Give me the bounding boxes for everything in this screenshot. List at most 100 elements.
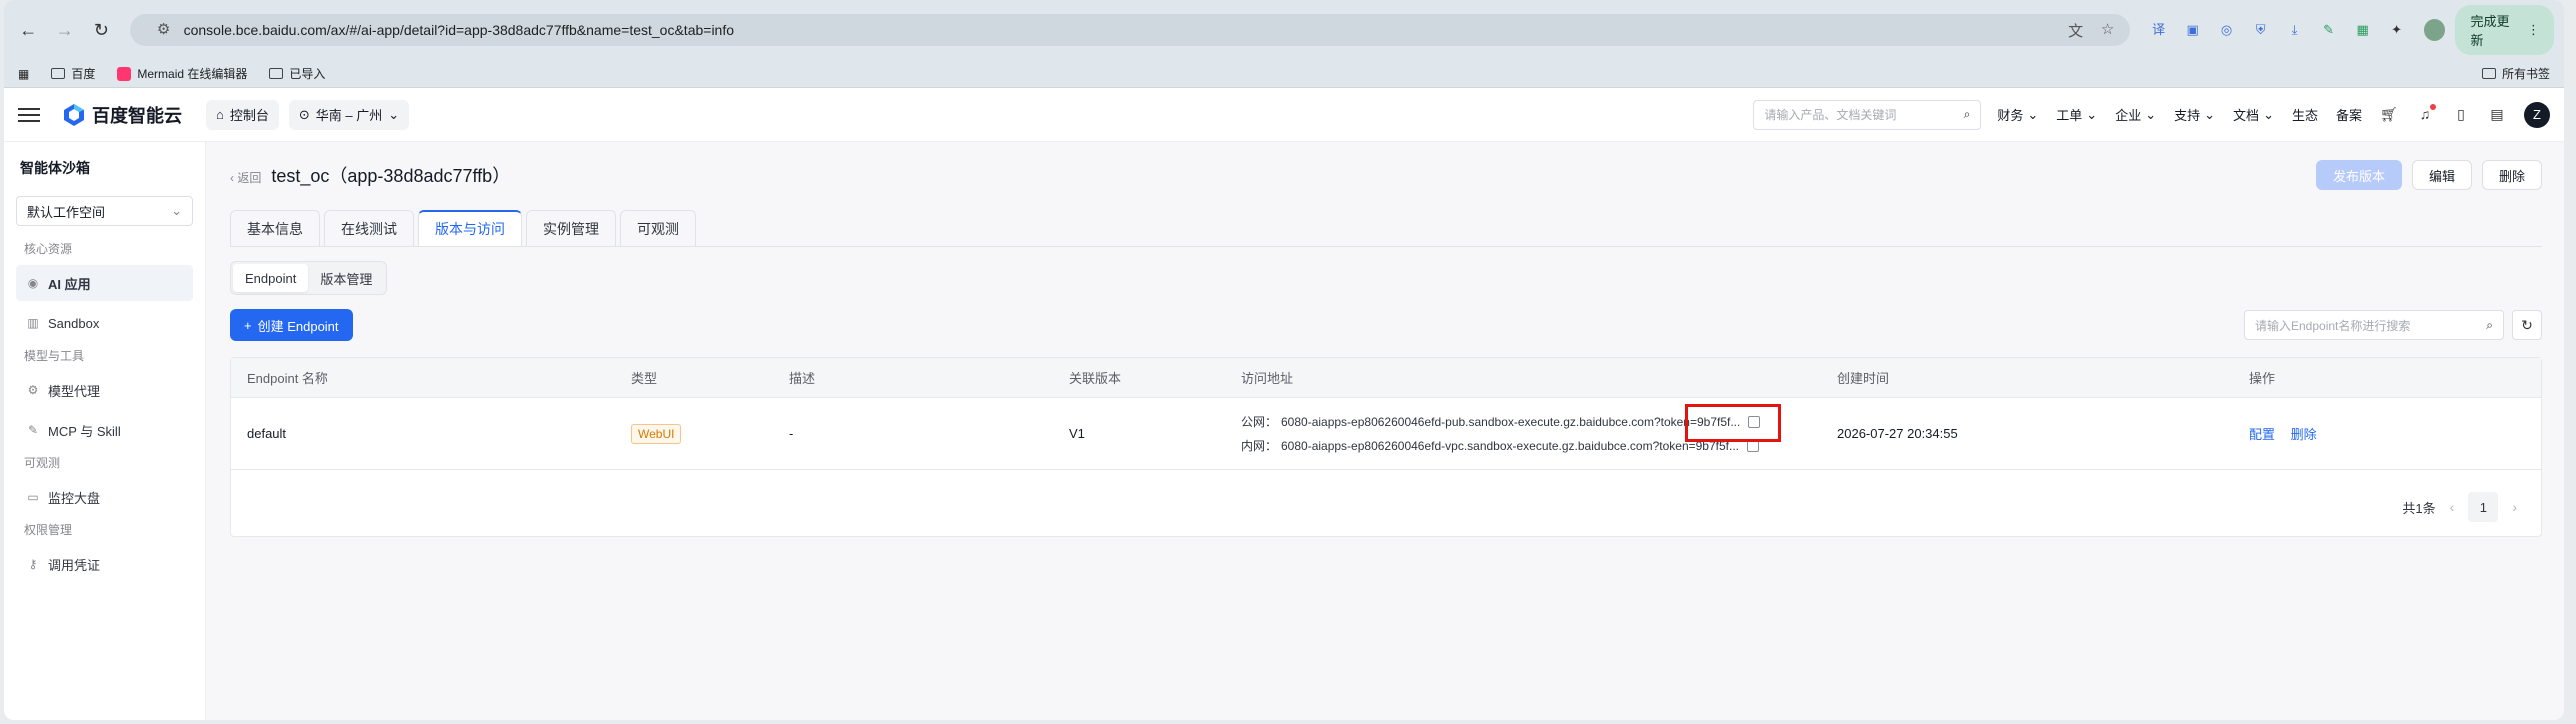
folder-icon [2481,68,2496,79]
extension-circle-icon[interactable]: ◎ [2216,19,2238,41]
config-link[interactable]: 配置 [2249,427,2275,442]
phone-icon[interactable]: ▯ [2452,106,2470,124]
bookmark-imported[interactable]: 已导入 [269,65,325,82]
sidebar-group-label: 权限管理 [24,523,73,537]
public-url[interactable]: 6080-aiapps-ep806260046efd-pub.sandbox-e… [1281,415,1740,429]
region-select[interactable]: ⊙ 华南 – 广州 ⌄ [288,99,410,130]
location-icon: ⊙ [298,106,310,122]
next-page-icon[interactable]: › [2512,499,2517,515]
translate-icon[interactable]: 文 [2066,20,2086,40]
sandbox-icon: ▥ [27,316,39,330]
top-menu: 财务 ⌄ 工单 ⌄ 企业 ⌄ 支持 ⌄ 文档 ⌄ 生态 备案 🛒︎ ♫ ▯ ▤ Z [1997,101,2550,128]
page-title: test_oc（app-38d8adc77ffb） [271,166,511,186]
cart-icon[interactable]: 🛒︎ [2380,106,2398,124]
workspace-select[interactable]: 默认工作空间 ⌄ [16,196,193,226]
notification-dot [2430,103,2436,110]
sidebar-item-sandbox[interactable]: ▥ Sandbox [16,305,193,341]
created-time: 2026-07-27 20:34:55 [1837,426,1958,441]
console-home-button[interactable]: ⌂ 控制台 [206,99,279,130]
refresh-icon[interactable]: ↻ [2512,310,2542,340]
search-icon[interactable]: ⌕ [2486,318,2493,333]
col-created: 创建时间 [1837,371,1890,386]
menu-enterprise[interactable]: 企业 ⌄ [2115,105,2156,124]
col-desc: 描述 [789,371,816,386]
table-header: Endpoint 名称 类型 描述 关联版本 访问地址 创建时间 操作 [231,358,2541,398]
tab-online-test[interactable]: 在线测试 [324,210,414,246]
sidebar-item-model-proxy[interactable]: ⚙ 模型代理 [16,372,193,408]
delete-link[interactable]: 删除 [2291,427,2317,442]
type-badge: WebUI [631,423,682,444]
global-search-input[interactable]: 请输入产品、文档关键词 ⌕ [1753,99,1982,130]
page-actions: 发布版本 编辑 删除 [2315,160,2542,190]
extension-shield-icon[interactable]: ⛨ [2250,19,2272,41]
menu-ticket[interactable]: 工单 ⌄ [2056,105,2097,124]
ai-app-icon: ◉ [27,276,39,290]
menu-support[interactable]: 支持 ⌄ [2174,105,2215,124]
monitor-icon: ▭ [27,490,39,504]
segment-endpoint[interactable]: Endpoint [233,264,309,292]
table-row: default WebUI - V1 公网： 6080-aiapps-ep806… [231,398,2541,470]
all-bookmarks[interactable]: 所有书签 [2481,65,2550,82]
tab-basic-info[interactable]: 基本信息 [230,210,320,246]
extension-grid-icon[interactable]: ▦ [2352,19,2374,41]
sidebar-title: 智能体沙箱 [20,160,90,176]
delete-button[interactable]: 删除 [2481,160,2542,190]
chevron-down-icon: ⌄ [171,203,182,218]
address-bar[interactable]: ⚙ console.bce.baidu.com/ax/#/ai-app/deta… [129,14,2130,46]
back-link[interactable]: ‹ 返回 [230,169,261,186]
extension-download-icon[interactable]: ⤓ [2284,19,2306,41]
highlight-box [1685,404,1781,442]
extension-translate-icon[interactable]: 译 [2148,19,2170,41]
bookmark-star-icon[interactable]: ☆ [2098,20,2118,40]
sidebar-item-mcp-skill[interactable]: ✎ MCP 与 Skill [16,412,193,448]
model-proxy-icon: ⚙ [27,383,39,397]
sidebar-item-credentials[interactable]: ⚷ 调用凭证 [16,546,193,582]
reload-icon[interactable]: ↻ [87,15,116,45]
endpoint-table: Endpoint 名称 类型 描述 关联版本 访问地址 创建时间 操作 defa… [230,357,2542,537]
user-avatar[interactable]: Z [2524,101,2550,128]
bookmark-mermaid[interactable]: Mermaid 在线编辑器 [117,65,247,82]
forward-arrow-icon[interactable]: → [51,15,80,45]
publish-version-button[interactable]: 发布版本 [2315,160,2402,190]
tab-version-access[interactable]: 版本与访问 [418,210,522,246]
menu-filing[interactable]: 备案 [2336,105,2362,124]
page-number[interactable]: 1 [2468,492,2499,522]
extensions-puzzle-icon[interactable]: ✦ [2386,19,2408,41]
sidebar-item-dashboard[interactable]: ▭ 监控大盘 [16,479,193,515]
segment-version-management[interactable]: 版本管理 [308,264,384,292]
menu-docs[interactable]: 文档 ⌄ [2233,105,2274,124]
detail-tabs: 基本信息 在线测试 版本与访问 实例管理 可观测 [230,210,2542,247]
col-actions: 操作 [2249,371,2276,386]
endpoint-search-input[interactable]: 请输入Endpoint名称进行搜索 ⌕ [2244,310,2504,340]
row-actions: 配置 删除 [2233,424,2541,443]
message-icon[interactable]: ▤ [2488,106,2506,124]
tab-observability[interactable]: 可观测 [620,210,696,246]
bell-icon[interactable]: ♫ [2416,103,2436,124]
url-text[interactable]: console.bce.baidu.com/ax/#/ai-app/detail… [184,22,734,38]
page-header: ‹ 返回 test_oc（app-38d8adc77ffb） 发布版本 编辑 删… [230,156,2542,194]
edit-button[interactable]: 编辑 [2411,160,2472,190]
prev-page-icon[interactable]: ‹ [2450,499,2455,515]
brand-logo[interactable]: 百度智能云 [62,102,182,128]
apps-grid-icon[interactable]: ▦ [18,67,29,81]
update-button[interactable]: 完成更新 ⋮ [2454,5,2554,55]
sidebar-item-ai-app[interactable]: ◉ AI 应用 [16,265,193,301]
menu-finance[interactable]: 财务 ⌄ [1997,105,2038,124]
back-arrow-icon[interactable]: ← [14,15,43,45]
sidebar: 智能体沙箱 默认工作空间 ⌄ 核心资源 ◉ AI 应用 ▥ Sandbox 模型与工具… [4,142,206,720]
app-body: 智能体沙箱 默认工作空间 ⌄ 核心资源 ◉ AI 应用 ▥ Sandbox 模型与工具… [4,142,2564,720]
sidebar-group-label: 核心资源 [24,242,73,256]
private-url[interactable]: 6080-aiapps-ep806260046efd-vpc.sandbox-e… [1281,439,1739,453]
site-settings-icon[interactable]: ⚙ [154,20,174,40]
profile-avatar[interactable] [2423,19,2445,41]
tab-instances[interactable]: 实例管理 [526,210,616,246]
extension-pen-icon[interactable]: ✎ [2318,19,2340,41]
menu-ecosystem[interactable]: 生态 [2292,105,2318,124]
col-version: 关联版本 [1069,371,1122,386]
menu-hamburger-icon[interactable] [18,107,40,122]
more-vertical-icon: ⋮ [2526,22,2540,37]
search-icon[interactable]: ⌕ [1964,107,1971,122]
extension-screen-icon[interactable]: ▣ [2182,19,2204,41]
bookmark-baidu[interactable]: 百度 [51,65,95,82]
create-endpoint-button[interactable]: + 创建 Endpoint [230,309,353,341]
